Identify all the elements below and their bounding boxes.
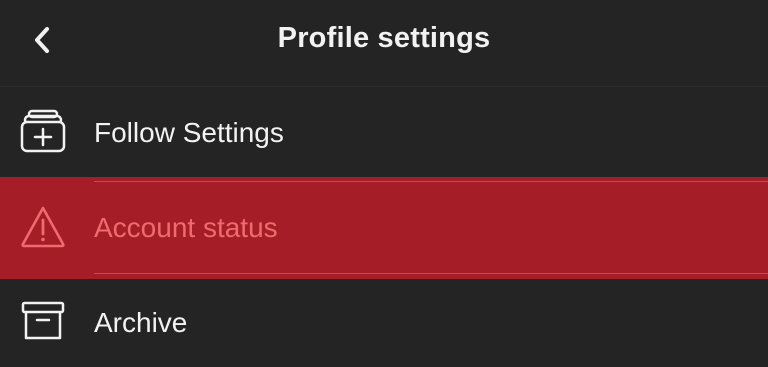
stack-plus-icon bbox=[20, 108, 66, 154]
menu-item-follow-settings[interactable]: Follow Settings bbox=[0, 87, 768, 177]
warning-triangle-icon bbox=[20, 204, 66, 250]
top-app-bar: Profile settings bbox=[0, 0, 768, 86]
divider bbox=[94, 181, 768, 182]
divider bbox=[94, 273, 768, 274]
menu-item-account-status[interactable]: Account status bbox=[0, 177, 768, 279]
menu-item-label: Account status bbox=[94, 212, 278, 243]
page-title: Profile settings bbox=[277, 22, 491, 54]
menu-item-archive[interactable]: Archive bbox=[0, 279, 768, 367]
archive-box-icon bbox=[20, 298, 66, 344]
menu-item-label: Follow Settings bbox=[94, 117, 284, 148]
menu-item-label: Archive bbox=[94, 307, 188, 338]
